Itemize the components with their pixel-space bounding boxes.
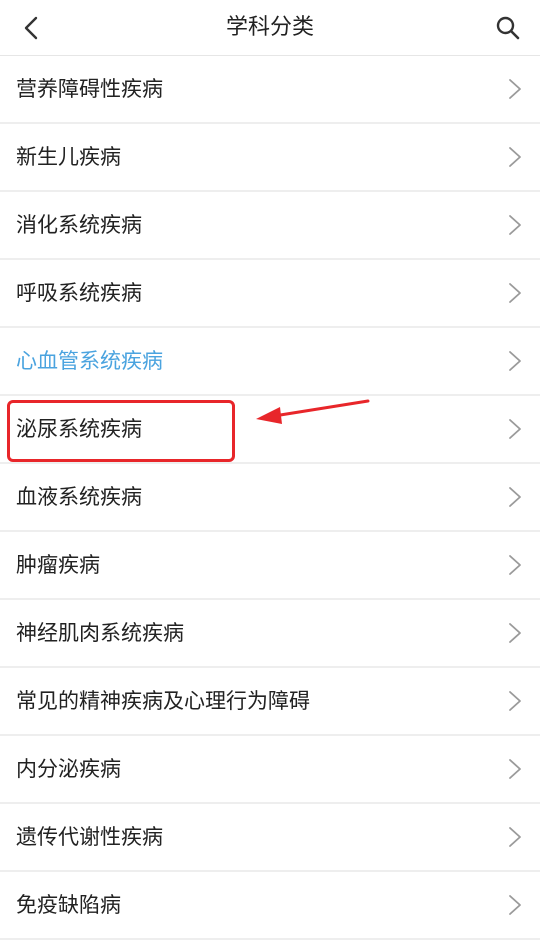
chevron-right-icon [509, 419, 521, 439]
list-item[interactable]: 营养障碍性疾病 [0, 56, 540, 124]
list-item[interactable]: 泌尿系统疾病 [0, 396, 540, 464]
chevron-right-icon [509, 759, 521, 779]
list-item[interactable]: 内分泌疾病 [0, 736, 540, 804]
list-item-label: 常见的精神疾病及心理行为障碍 [16, 689, 310, 713]
list-item[interactable]: 常见的精神疾病及心理行为障碍 [0, 668, 540, 736]
top-bar: 学科分类 [0, 0, 540, 56]
list-item-label: 肿瘤疾病 [16, 553, 100, 577]
chevron-right-icon [509, 215, 521, 235]
chevron-right-icon [509, 147, 521, 167]
list-item-label: 消化系统疾病 [16, 213, 142, 237]
list-item-label: 免疫缺陷病 [16, 893, 121, 917]
list-item-label: 泌尿系统疾病 [16, 417, 142, 441]
list-item-label: 血液系统疾病 [16, 485, 142, 509]
list-item-label: 营养障碍性疾病 [16, 77, 163, 101]
chevron-right-icon [509, 283, 521, 303]
search-button[interactable] [492, 12, 524, 44]
list-item-label: 心血管系统疾病 [16, 349, 163, 373]
chevron-right-icon [509, 555, 521, 575]
list-item[interactable]: 肿瘤疾病 [0, 532, 540, 600]
list-item[interactable]: 免疫缺陷病 [0, 872, 540, 940]
chevron-right-icon [509, 691, 521, 711]
list-item[interactable]: 呼吸系统疾病 [0, 260, 540, 328]
chevron-right-icon [509, 623, 521, 643]
category-list: 营养障碍性疾病 新生儿疾病消化系统疾病 呼吸系统疾病 心血管系统疾病 泌尿系统疾病 血液系… [0, 56, 540, 940]
chevron-right-icon [509, 827, 521, 847]
chevron-right-icon [509, 895, 521, 915]
page-title: 学科分类 [225, 15, 314, 40]
list-item-label: 神经肌肉系统疾病 [16, 621, 184, 645]
list-item[interactable]: 神经肌肉系统疾病 [0, 600, 540, 668]
list-item[interactable]: 心血管系统疾病 [0, 328, 540, 396]
chevron-right-icon [509, 351, 521, 371]
list-item[interactable]: 新生儿疾病 [0, 124, 540, 192]
list-item[interactable]: 血液系统疾病 [0, 464, 540, 532]
list-item-label: 新生儿疾病 [16, 145, 121, 169]
list-item[interactable]: 消化系统疾病 [0, 192, 540, 260]
search-icon [496, 16, 520, 40]
chevron-right-icon [509, 79, 521, 99]
list-item-label: 内分泌疾病 [16, 757, 121, 781]
list-item[interactable]: 遗传代谢性疾病 [0, 804, 540, 872]
chevron-right-icon [509, 487, 521, 507]
list-item-label: 遗传代谢性疾病 [16, 825, 163, 849]
list-item-label: 呼吸系统疾病 [16, 281, 142, 305]
